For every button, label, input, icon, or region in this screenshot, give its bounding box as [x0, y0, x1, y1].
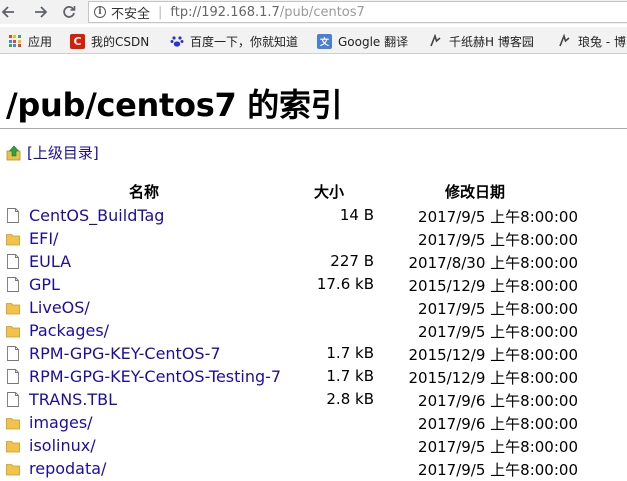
- reload-icon: [63, 6, 76, 18]
- folder-icon: [6, 303, 20, 315]
- file-modified-date: 2017/9/5 上午8:00:00: [418, 208, 578, 226]
- file-link[interactable]: RPM-GPG-KEY-CentOS-7: [29, 344, 221, 363]
- folder-link[interactable]: EFI/: [29, 229, 58, 248]
- parent-link-label[interactable]: [上级目录]: [27, 142, 99, 163]
- file-row: GPL 17.6 kB 2015/12/9 上午8:00:00: [0, 273, 627, 296]
- bookmark-label: 我的CSDN: [91, 34, 150, 49]
- bookmarks-bar: 应用 C 我的CSDN 百度一下，你就知道 文 Google 翻译 千纸赫H 博…: [0, 27, 627, 54]
- cnblogs-icon: [428, 34, 443, 49]
- file-modified-date: 2017/9/5 上午8:00:00: [418, 323, 578, 341]
- file-icon: [7, 392, 19, 407]
- parent-folder-up-icon: [6, 145, 21, 160]
- csdn-icon: C: [70, 33, 85, 49]
- file-size: 1.7 kB: [326, 344, 374, 362]
- file-icon: [7, 254, 19, 269]
- file-modified-date: 2015/12/9 上午8:00:00: [408, 277, 578, 295]
- file-modified-date: 2017/9/5 上午8:00:00: [418, 461, 578, 479]
- address-bar[interactable]: i 不安全 | ftp://192.168.1.7/pub/centos7: [88, 1, 627, 23]
- bookmark-google-translate[interactable]: 文 Google 翻译: [317, 32, 408, 50]
- file-modified-date: 2017/8/30 上午8:00:00: [408, 254, 578, 272]
- folder-icon: [6, 441, 20, 453]
- file-row: CentOS_BuildTag 14 B 2017/9/5 上午8:00:00: [0, 204, 627, 227]
- folder-link[interactable]: images/: [29, 413, 93, 432]
- bookmark-label: 百度一下，你就知道: [190, 34, 299, 49]
- file-link[interactable]: RPM-GPG-KEY-CentOS-Testing-7: [29, 367, 281, 386]
- file-row: EULA 227 B 2017/8/30 上午8:00:00: [0, 250, 627, 273]
- folder-icon: [6, 464, 20, 476]
- file-icon: [7, 369, 19, 384]
- file-size: 2.8 kB: [326, 390, 374, 408]
- cnblogs-icon: [557, 34, 572, 49]
- file-size: 1.7 kB: [326, 367, 374, 385]
- file-row: images/2017/9/6 上午8:00:00: [0, 411, 627, 434]
- file-modified-date: 2017/9/6 上午8:00:00: [418, 392, 578, 410]
- forward-button[interactable]: [31, 2, 51, 22]
- bookmark-cnblogs-1[interactable]: 千纸赫H 博客园: [428, 32, 534, 50]
- file-link[interactable]: CentOS_BuildTag: [29, 206, 164, 225]
- bookmark-label: 千纸赫H 博客园: [449, 34, 534, 49]
- file-row: RPM-GPG-KEY-CentOS-7 1.7 kB 2015/12/9 上午8:…: [0, 342, 627, 365]
- bookmark-label: 应用: [28, 34, 53, 49]
- bookmark-label: 琅兔 - 博: [578, 34, 626, 49]
- forward-arrow-icon: [35, 6, 48, 18]
- parent-directory-link[interactable]: [上级目录]: [6, 142, 99, 163]
- google-translate-icon: 文: [317, 33, 332, 49]
- url-path[interactable]: /pub/centos7: [280, 5, 365, 20]
- browser-toolbar: i 不安全 | ftp://192.168.1.7/pub/centos7: [0, 0, 627, 24]
- file-size: 17.6 kB: [316, 275, 374, 293]
- file-modified-date: 2015/12/9 上午8:00:00: [408, 369, 578, 387]
- page-title: /pub/centos7 的索引: [6, 86, 343, 124]
- file-icon: [7, 346, 19, 361]
- folder-icon: [6, 234, 20, 246]
- url-host[interactable]: ftp://192.168.1.7: [170, 5, 279, 20]
- file-row: TRANS.TBL 2.8 kB 2017/9/6 上午8:00:00: [0, 388, 627, 411]
- file-link[interactable]: EULA: [29, 252, 71, 271]
- file-icon: [7, 208, 19, 223]
- folder-icon: [6, 326, 20, 338]
- bookmark-label: Google 翻译: [338, 34, 409, 49]
- file-modified-date: 2015/12/9 上午8:00:00: [408, 346, 578, 364]
- back-button[interactable]: [0, 2, 18, 22]
- file-modified-date: 2017/9/6 上午8:00:00: [418, 415, 578, 433]
- info-icon[interactable]: i: [94, 6, 106, 18]
- folder-link[interactable]: isolinux/: [29, 436, 96, 455]
- folder-link[interactable]: Packages/: [29, 321, 109, 340]
- file-row: LiveOS/2017/9/5 上午8:00:00: [0, 296, 627, 319]
- file-modified-date: 2017/9/5 上午8:00:00: [418, 231, 578, 249]
- column-header-modified[interactable]: 修改日期: [445, 181, 505, 202]
- apps-grid-icon: [7, 34, 22, 49]
- omnibox-divider: |: [158, 4, 163, 20]
- bookmark-csdn[interactable]: C 我的CSDN: [70, 32, 149, 50]
- file-row: Packages/2017/9/5 上午8:00:00: [0, 319, 627, 342]
- back-arrow-icon: [1, 6, 14, 18]
- folder-link[interactable]: repodata/: [29, 459, 106, 478]
- file-icon: [7, 277, 19, 292]
- file-link[interactable]: TRANS.TBL: [29, 390, 117, 409]
- file-row: EFI/2017/9/5 上午8:00:00: [0, 227, 627, 250]
- file-row: repodata/2017/9/5 上午8:00:00: [0, 457, 627, 480]
- security-label[interactable]: 不安全: [111, 3, 150, 22]
- file-link[interactable]: GPL: [29, 275, 60, 294]
- column-header-size[interactable]: 大小: [314, 181, 344, 202]
- folder-icon: [6, 418, 20, 430]
- file-size: 227 B: [330, 252, 374, 270]
- reload-button[interactable]: [59, 2, 79, 22]
- baidu-paw-icon: [169, 34, 184, 49]
- file-row: RPM-GPG-KEY-CentOS-Testing-7 1.7 kB 2015/1…: [0, 365, 627, 388]
- bookmark-apps[interactable]: 应用: [7, 32, 52, 50]
- title-divider: [0, 128, 627, 129]
- bookmark-baidu[interactable]: 百度一下，你就知道: [169, 32, 298, 50]
- file-modified-date: 2017/9/5 上午8:00:00: [418, 300, 578, 318]
- folder-link[interactable]: LiveOS/: [29, 298, 90, 317]
- file-modified-date: 2017/9/5 上午8:00:00: [418, 438, 578, 456]
- bookmark-cnblogs-2[interactable]: 琅兔 - 博: [557, 32, 626, 50]
- file-row: isolinux/2017/9/5 上午8:00:00: [0, 434, 627, 457]
- column-header-name[interactable]: 名称: [129, 181, 159, 202]
- file-size: 14 B: [339, 206, 374, 224]
